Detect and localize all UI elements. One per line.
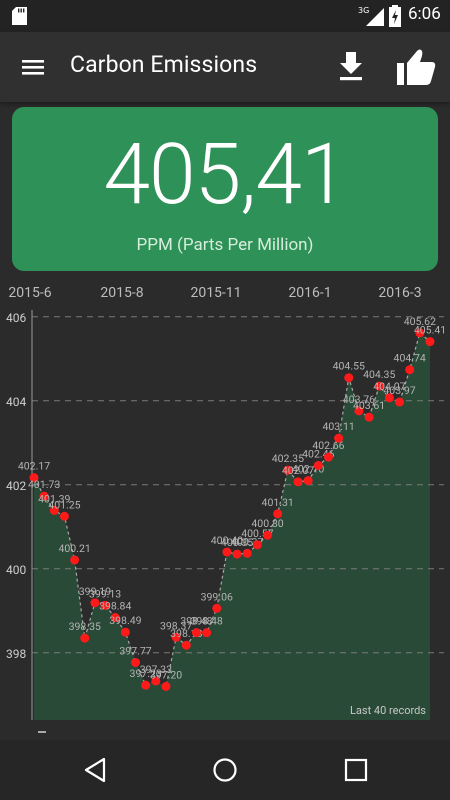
- data-label: 400.21: [58, 542, 90, 555]
- data-point: [141, 680, 151, 690]
- data-label: 400.80: [251, 517, 283, 530]
- data-point: [80, 633, 90, 643]
- data-point: [344, 373, 354, 383]
- x-tick-label: 2015-8: [100, 285, 143, 301]
- data-label: 404.74: [394, 352, 426, 365]
- data-point: [212, 603, 222, 613]
- data-point: [425, 337, 435, 347]
- co2-line-chart: 2015-6 2015-8 2015-11 2016-1 2016-3 398 400 402…: [6, 285, 446, 733]
- app-bar: Carbon Emissions: [0, 32, 450, 102]
- data-label: 399.06: [201, 590, 233, 603]
- x-tick-label: 2015-6: [8, 285, 51, 301]
- data-label: 397.77: [119, 644, 151, 657]
- data-point: [252, 540, 262, 550]
- sd-card-icon: [12, 7, 27, 25]
- data-point: [131, 657, 141, 667]
- data-label: 401.73: [28, 478, 60, 491]
- data-point: [202, 628, 212, 638]
- data-point: [181, 640, 191, 650]
- chart-note: Last 40 records: [350, 704, 426, 717]
- home-icon[interactable]: [212, 757, 238, 783]
- x-tick-label: 2016-3: [378, 285, 421, 301]
- network-type: 3G: [358, 6, 369, 15]
- data-label: 398.49: [109, 614, 141, 627]
- data-point: [273, 509, 283, 519]
- back-icon[interactable]: [82, 756, 108, 784]
- data-label: 397.20: [150, 668, 182, 681]
- data-point: [263, 530, 273, 540]
- data-point: [334, 433, 344, 443]
- menu-icon[interactable]: [16, 52, 50, 82]
- data-point: [161, 681, 171, 691]
- data-point: [191, 628, 201, 638]
- y-tick-label: 406: [6, 311, 26, 325]
- data-point: [59, 511, 69, 521]
- current-value-card: 405,41 PPM (Parts Per Million): [12, 107, 438, 271]
- battery-icon: [389, 5, 401, 27]
- data-point: [313, 460, 323, 470]
- data-point: [395, 397, 405, 407]
- data-point: [405, 365, 415, 375]
- signal-icon: 3G: [358, 6, 384, 26]
- data-point: [323, 452, 333, 462]
- unit-label: PPM (Parts Per Million): [136, 235, 314, 255]
- data-label: 403.97: [383, 384, 415, 397]
- app-title: Carbon Emissions: [70, 51, 258, 78]
- data-point: [242, 548, 252, 558]
- status-bar: 3G 6:06: [0, 0, 450, 32]
- area-fill: [34, 332, 430, 720]
- y-tick-label: 404: [6, 395, 26, 409]
- data-label: 405.41: [414, 324, 446, 337]
- data-point: [70, 555, 80, 565]
- data-point: [303, 476, 313, 486]
- x-tick-label: 2015-11: [190, 285, 241, 301]
- data-label: 398.84: [99, 600, 131, 613]
- current-ppm-value: 405,41: [103, 125, 347, 224]
- recent-apps-icon[interactable]: [343, 757, 369, 783]
- data-label: 404.55: [333, 360, 365, 373]
- data-point: [232, 549, 242, 559]
- thumbs-up-icon[interactable]: [394, 46, 438, 88]
- download-icon[interactable]: [334, 48, 368, 84]
- data-label: 399.13: [89, 587, 121, 600]
- data-label: 403.61: [353, 399, 385, 412]
- data-label: 401.25: [48, 498, 80, 511]
- data-point: [364, 412, 374, 422]
- y-tick-label: 400: [6, 563, 26, 577]
- data-label: 401.31: [262, 496, 294, 509]
- data-label: 398.35: [69, 620, 101, 633]
- data-label: 398.48: [190, 615, 222, 628]
- data-label: 402.17: [18, 460, 50, 473]
- y-tick-label: 398: [6, 647, 26, 661]
- clock: 6:06: [408, 4, 441, 24]
- data-point: [293, 477, 303, 487]
- data-point: [120, 627, 130, 637]
- data-label: 403.11: [322, 420, 354, 433]
- x-tick-label: 2016-1: [288, 285, 331, 301]
- y-tick-label: 402: [6, 479, 26, 493]
